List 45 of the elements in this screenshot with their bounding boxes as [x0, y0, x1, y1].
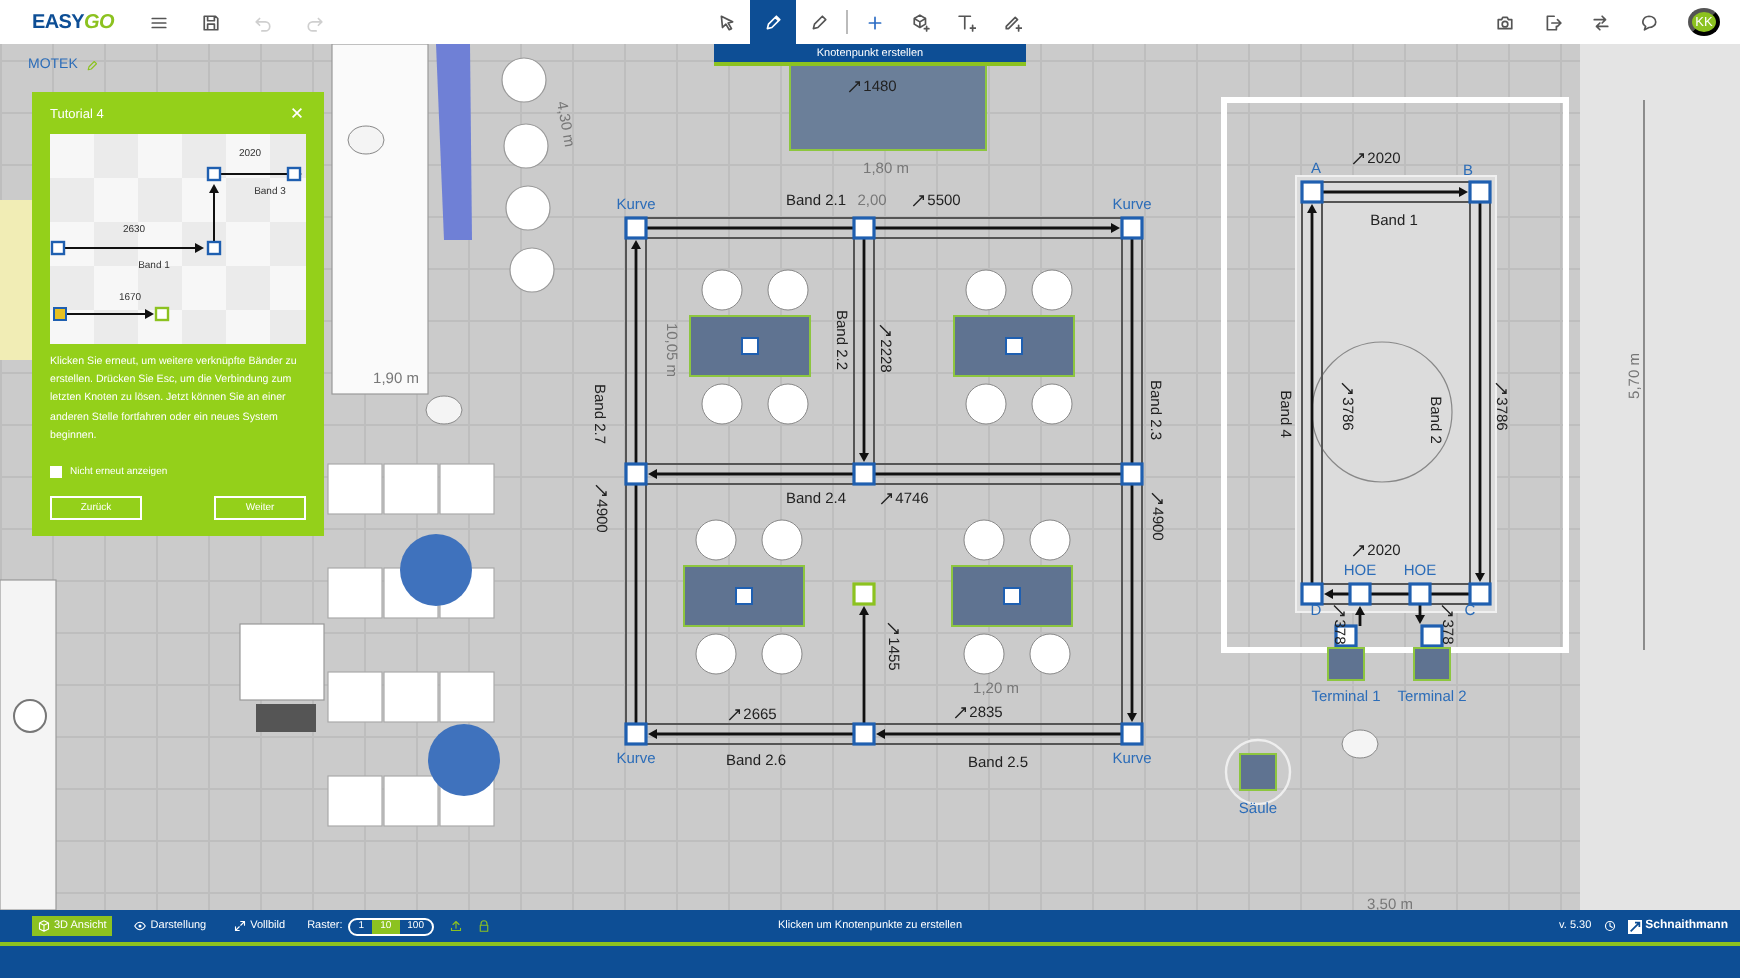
length-icon: [595, 484, 607, 496]
length-icon: [1333, 604, 1345, 617]
length-icon: [1352, 545, 1364, 557]
cube-icon: [38, 920, 50, 932]
lock-icon: [477, 920, 490, 932]
tool-button[interactable]: [750, 0, 796, 44]
app-logo: EASYGO: [32, 11, 115, 33]
export-icon: [1543, 13, 1561, 31]
length-icon: [1441, 604, 1453, 617]
lock-button[interactable]: [477, 920, 490, 932]
cube-plus-icon: [912, 13, 930, 31]
length-icon: [887, 622, 899, 634]
length-icon: [728, 709, 740, 721]
upload-button[interactable]: [449, 920, 462, 932]
clock-icon: [1603, 920, 1616, 932]
redo-icon: [305, 13, 324, 31]
expand-icon: [234, 920, 247, 932]
length-icon: [879, 324, 891, 336]
save-icon: [201, 13, 220, 31]
text-plus-icon: [958, 13, 976, 31]
length-icon: [912, 195, 924, 207]
pen-plus-icon: [1004, 13, 1022, 31]
plus-icon: [866, 13, 884, 31]
length-icon: [954, 707, 966, 719]
length-icon: [1341, 382, 1353, 394]
pencil-icon: [810, 13, 828, 31]
help-button[interactable]: [1603, 920, 1616, 932]
brand-logo-icon: [1627, 919, 1642, 933]
menu-icon: [149, 13, 168, 31]
length-icon: [880, 493, 892, 505]
length-icon: [1352, 153, 1364, 165]
pencil-icon: [764, 13, 782, 31]
length-icon: [1151, 492, 1163, 504]
eye-icon: [134, 920, 147, 932]
length-icon: [848, 81, 860, 93]
upload-icon: [449, 920, 462, 932]
camera-icon: [1495, 13, 1513, 31]
close-icon: [290, 106, 304, 120]
length-icon: [1495, 382, 1507, 394]
chat-icon: [1639, 13, 1657, 31]
switch-icon: [1591, 13, 1609, 31]
pencil-icon: [85, 59, 98, 71]
checkbox[interactable]: [50, 466, 62, 479]
pointer-icon: [718, 13, 736, 31]
undo-icon: [253, 13, 272, 31]
